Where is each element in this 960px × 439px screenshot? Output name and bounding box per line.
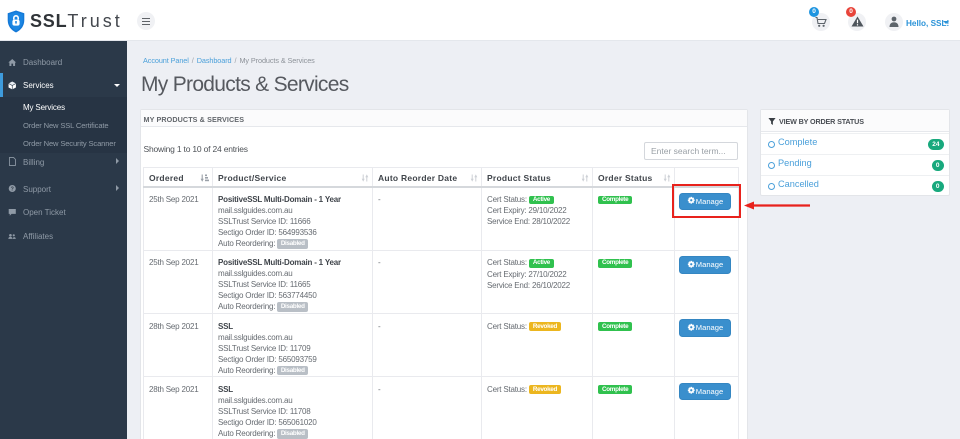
svg-text:?: ? [11, 186, 14, 192]
